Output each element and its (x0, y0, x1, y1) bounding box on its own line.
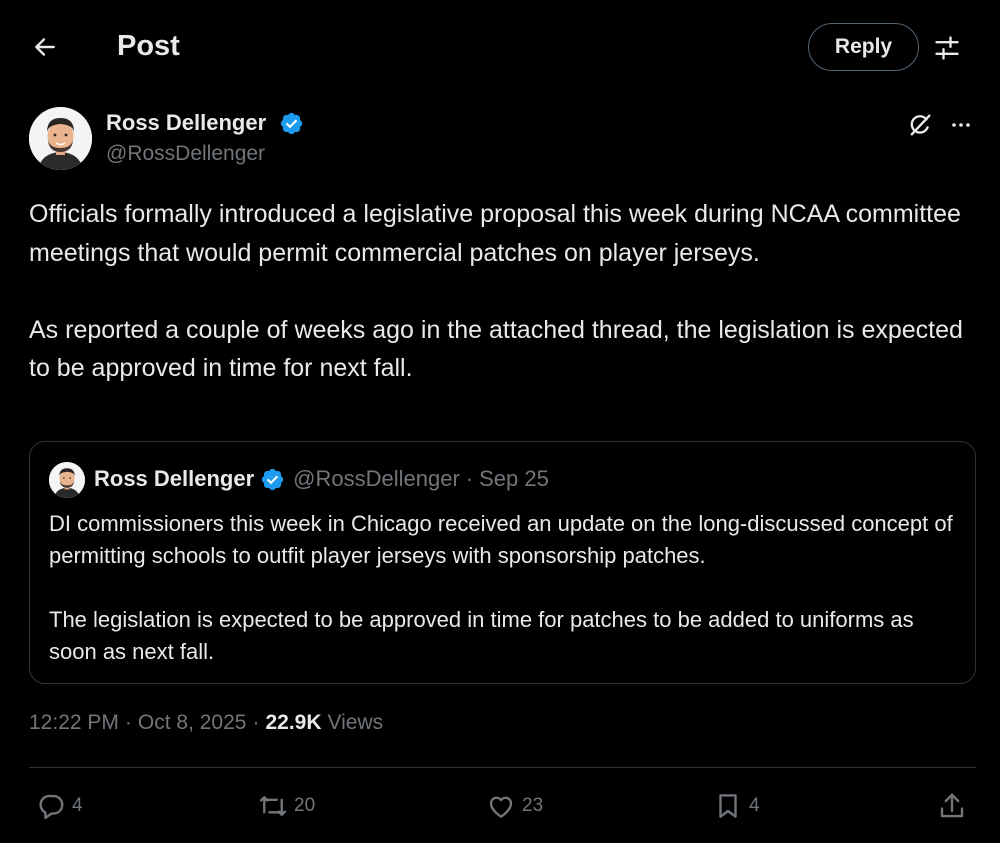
repost-icon (259, 796, 287, 816)
quote-avatar-image (49, 462, 85, 498)
reply-count: 4 (72, 795, 83, 816)
separator-dot: · (124, 711, 132, 734)
avatar-image (29, 107, 92, 170)
author-handle[interactable]: @RossDellenger (106, 142, 265, 166)
repost-count: 20 (294, 795, 316, 816)
back-arrow-icon (35, 38, 55, 56)
bookmark-action[interactable]: 4 (713, 786, 760, 826)
quoted-post[interactable]: Ross Dellenger @RossDellenger · Sep 25 D… (29, 441, 976, 684)
share-icon (940, 793, 964, 818)
reply-button[interactable]: Reply (808, 23, 919, 71)
page-title: Post (117, 30, 180, 62)
grok-button[interactable] (903, 108, 937, 142)
post-date[interactable]: Oct 8, 2025 (138, 711, 247, 735)
quote-date: Sep 25 (479, 466, 549, 491)
back-button[interactable] (26, 28, 64, 66)
author-name[interactable]: Ross Dellenger (106, 110, 266, 136)
quote-header: Ross Dellenger @RossDellenger · Sep 25 (94, 466, 549, 492)
quote-author-name: Ross Dellenger (94, 466, 255, 491)
post-text: Officials formally introduced a legislat… (29, 200, 963, 382)
post-meta: 12:22 PM · Oct 8, 2025 · 22.9K Views (29, 711, 383, 735)
separator-dot: · (252, 711, 260, 734)
post-header: Post Reply (0, 0, 1000, 95)
views-count: 22.9K (265, 711, 322, 734)
share-action[interactable] (937, 786, 967, 826)
settings-button[interactable] (928, 29, 966, 67)
more-options-button[interactable] (944, 108, 978, 142)
verified-badge-icon (280, 112, 303, 135)
separator-dot: · (465, 466, 474, 491)
post-time[interactable]: 12:22 PM (29, 711, 119, 735)
bookmark-count: 4 (749, 795, 760, 816)
quote-author-handle: @RossDellenger (293, 466, 460, 491)
reply-action[interactable]: 4 (36, 786, 83, 826)
settings-sliders-icon (935, 36, 959, 60)
repost-action[interactable]: 20 (258, 786, 315, 826)
quote-avatar (49, 462, 85, 498)
avatar[interactable] (29, 107, 92, 170)
like-count: 23 (522, 795, 544, 816)
views-label: Views (327, 711, 384, 734)
like-icon (489, 796, 513, 818)
more-dots-icon (952, 123, 970, 127)
grok-icon (910, 114, 931, 136)
bookmark-icon (719, 794, 737, 818)
divider (29, 767, 976, 768)
quote-text: DI commissioners this week in Chicago re… (49, 511, 953, 664)
reply-icon (39, 794, 64, 820)
verified-badge-icon (261, 468, 284, 490)
like-action[interactable]: 23 (486, 786, 543, 826)
